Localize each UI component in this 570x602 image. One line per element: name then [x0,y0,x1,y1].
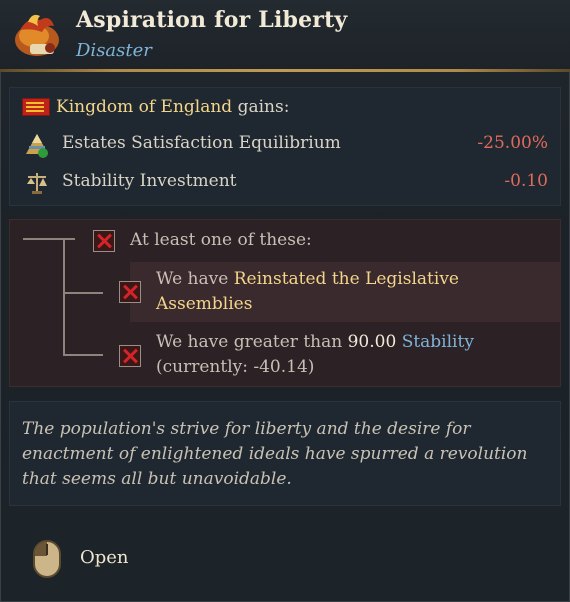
condition-group-label: At least one of these: [130,230,312,250]
condition-failed-icon [93,230,115,252]
current-value: (currently: -40.14) [156,357,315,377]
mouse-left-click-icon [33,540,61,578]
conditions-box: At least one of these: We have Reinstate… [9,219,561,387]
tooltip-header: Aspiration for Liberty Disaster [0,0,570,70]
header-divider [0,69,570,72]
condition-text: We have greater than 90.00 Stability (cur… [156,332,474,377]
condition-failed-icon [119,281,141,303]
description-text: The population's strive for liberty and … [22,419,528,489]
tree-connector [63,238,65,354]
estates-pyramid-icon [26,134,48,158]
disaster-fire-scroll-icon [15,14,59,56]
tree-connector [63,354,103,356]
modifier-row: Estates Satisfaction Equilibrium -25.00% [22,130,552,158]
modifier-label: Estates Satisfaction Equilibrium [62,133,341,153]
open-action-label[interactable]: Open [80,547,129,568]
modifier-value: -25.00% [477,133,548,153]
tree-connector [23,238,75,240]
country-link[interactable]: Kingdom of England [56,97,232,117]
modifier-row: Stability Investment -0.10 [22,168,552,196]
modifier-value: -0.10 [504,171,548,191]
tree-connector [63,292,103,294]
england-flag-icon[interactable] [22,98,50,116]
modifier-label: Stability Investment [62,171,237,191]
condition-text: We have Reinstated the Legislative Assem… [156,269,459,314]
gains-suffix: gains: [237,97,290,117]
stability-scales-icon [27,173,47,194]
page-title: Aspiration for Liberty [76,7,348,33]
gains-heading: Kingdom of England gains: [22,97,289,117]
stability-link[interactable]: Stability [402,332,474,352]
page-subtitle: Disaster [76,40,152,61]
condition-failed-icon [119,345,141,367]
gains-box: Kingdom of England gains: Estates Satisf… [9,87,561,206]
description-box: The population's strive for liberty and … [9,401,561,506]
